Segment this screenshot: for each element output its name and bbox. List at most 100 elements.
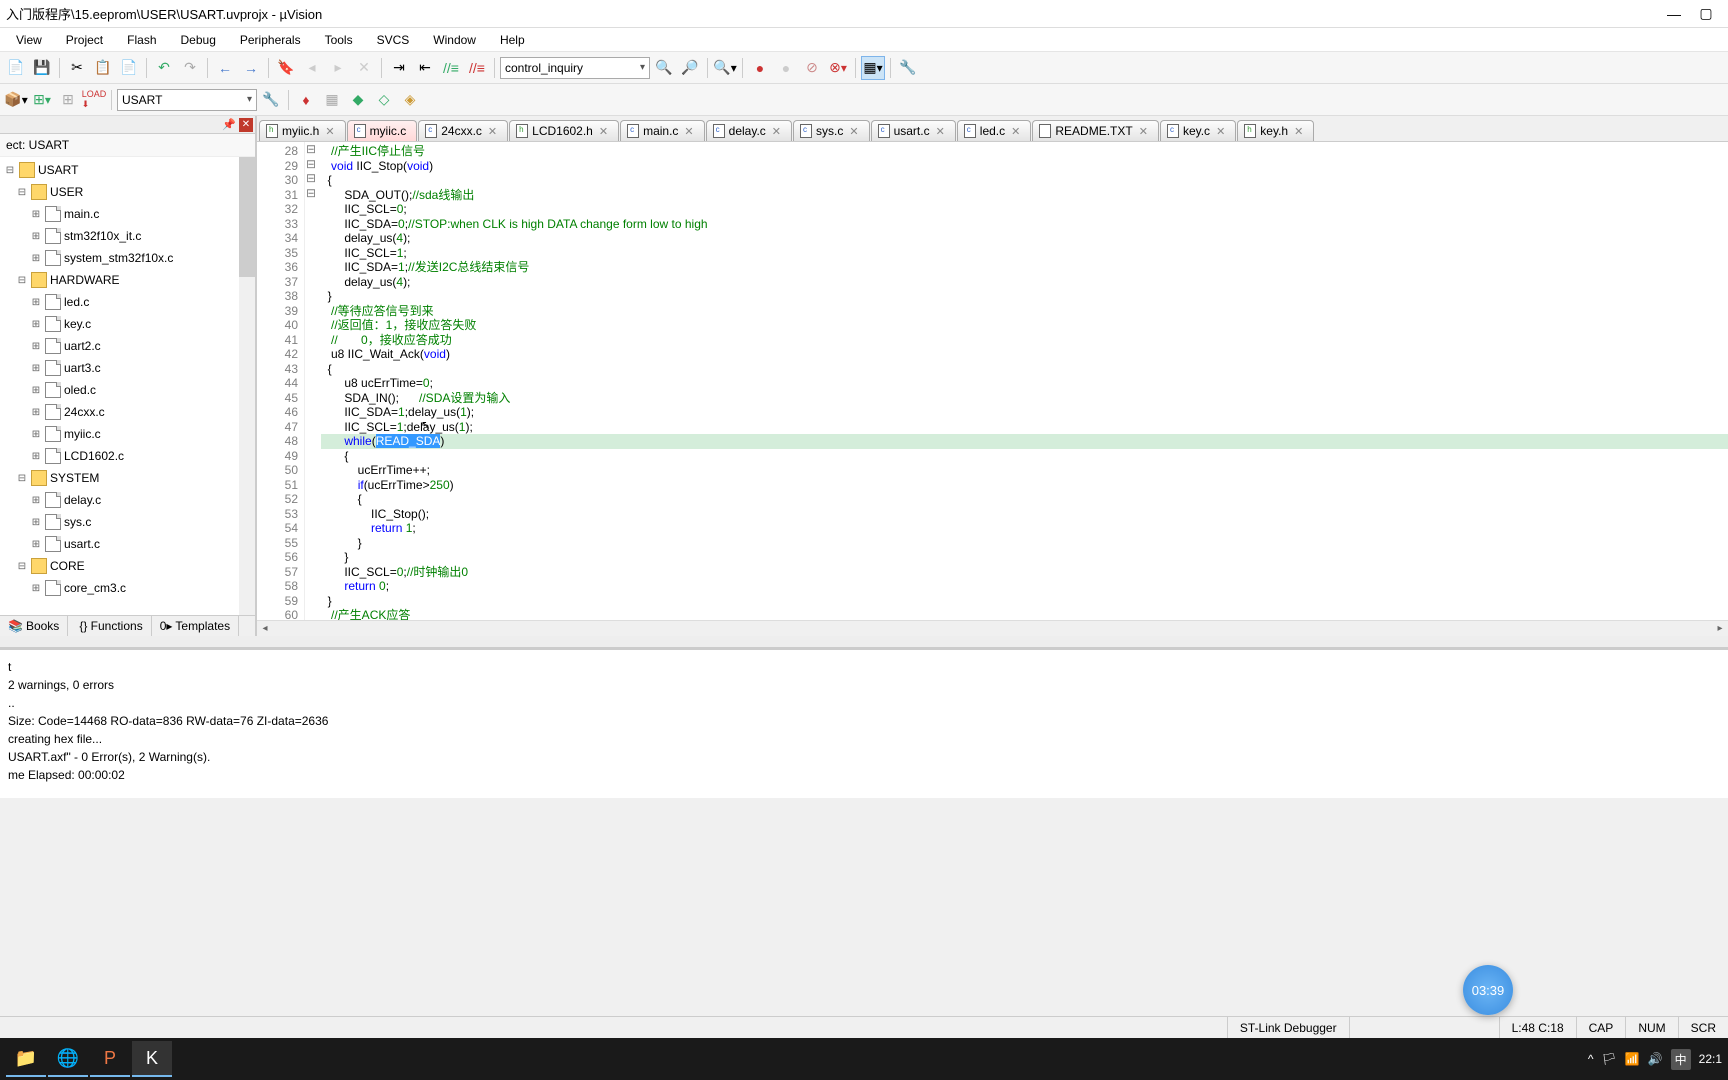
tree-item[interactable]: ⊞main.c	[0, 203, 255, 225]
close-tab-icon[interactable]: ✕	[325, 125, 334, 138]
file-tab[interactable]: usart.c✕	[871, 120, 956, 141]
bookmark-icon[interactable]: 🔖	[274, 56, 298, 80]
comment-icon[interactable]: //≡	[439, 56, 463, 80]
menu-peripherals[interactable]: Peripherals	[230, 31, 311, 49]
new-icon[interactable]: 📄	[4, 56, 28, 80]
window-layout-icon[interactable]: ▦▾	[861, 56, 885, 80]
code-content[interactable]: //产生IIC停止信号 void IIC_Stop(void) { SDA_OU…	[317, 142, 1728, 620]
debug-disable-icon[interactable]: ⊘	[800, 56, 824, 80]
pin-icon[interactable]: 📌	[219, 118, 239, 131]
rebuild-icon[interactable]: ⊞	[56, 88, 80, 112]
bookmark-next-icon[interactable]: ▸	[326, 56, 350, 80]
tree-item[interactable]: ⊟USER	[0, 181, 255, 203]
undo-icon[interactable]: ↶	[152, 56, 176, 80]
debug-red-icon[interactable]: ●	[748, 56, 772, 80]
download-icon[interactable]: ◆	[346, 88, 370, 112]
file-tab[interactable]: 24cxx.c✕	[418, 120, 508, 141]
tree-scroll-thumb[interactable]	[239, 157, 255, 277]
save-icon[interactable]: 💾	[30, 56, 54, 80]
file-tab[interactable]: main.c✕	[620, 120, 705, 141]
tree-item[interactable]: ⊞uart2.c	[0, 335, 255, 357]
tree-item[interactable]: ⊞stm32f10x_it.c	[0, 225, 255, 247]
close-tab-icon[interactable]: ✕	[1294, 125, 1303, 138]
close-tab-icon[interactable]: ✕	[772, 125, 781, 138]
menu-debug[interactable]: Debug	[171, 31, 226, 49]
find-icon[interactable]: 🔍	[652, 56, 676, 80]
indent-icon[interactable]: ⇥	[387, 56, 411, 80]
bookmark-prev-icon[interactable]: ◂	[300, 56, 324, 80]
close-icon[interactable]: ✕	[239, 118, 253, 132]
manage-icon[interactable]: ♦	[294, 88, 318, 112]
download2-icon[interactable]: ◇	[372, 88, 396, 112]
file-tab[interactable]: README.TXT✕	[1032, 120, 1159, 141]
taskbar-chrome-icon[interactable]: 🌐	[48, 1041, 88, 1077]
file-tab[interactable]: LCD1602.h✕	[509, 120, 619, 141]
maximize-button[interactable]: ▢	[1690, 5, 1722, 22]
build-output[interactable]: t 2 warnings, 0 errors.. Size: Code=1446…	[0, 648, 1728, 798]
side-tab[interactable]: {} Functions	[68, 616, 151, 636]
tray-time[interactable]: 22:1	[1699, 1052, 1722, 1066]
tree-item[interactable]: ⊞led.c	[0, 291, 255, 313]
code-editor[interactable]: 2829303132333435363738394041424344454647…	[257, 142, 1728, 620]
copy-icon[interactable]: 📋	[91, 56, 115, 80]
tree-item[interactable]: ⊞sys.c	[0, 511, 255, 533]
fold-column[interactable]: ⊟⊟⊟⊟	[305, 142, 317, 620]
system-tray[interactable]: ^ 🏳 📶 🔊 中 22:1	[1588, 1049, 1722, 1070]
file-tab[interactable]: myiic.h✕	[259, 120, 346, 141]
side-tab[interactable]: 📚Books	[0, 616, 68, 636]
options-icon[interactable]: 🔧	[259, 88, 283, 112]
tree-item[interactable]: ⊞delay.c	[0, 489, 255, 511]
tree-item[interactable]: ⊞LCD1602.c	[0, 445, 255, 467]
tree-item[interactable]: ⊞myiic.c	[0, 423, 255, 445]
file-tab[interactable]: delay.c✕	[706, 120, 792, 141]
batch-icon[interactable]: ▦	[320, 88, 344, 112]
taskbar-uvision-icon[interactable]: K	[132, 1041, 172, 1077]
taskbar-powerpoint-icon[interactable]: P	[90, 1041, 130, 1077]
redo-icon[interactable]: ↷	[178, 56, 202, 80]
tree-item[interactable]: ⊞24cxx.c	[0, 401, 255, 423]
tray-network-icon[interactable]: 📶	[1625, 1052, 1640, 1066]
taskbar-explorer-icon[interactable]: 📁	[6, 1041, 46, 1077]
load-icon[interactable]: LOAD⬇	[82, 88, 106, 112]
tree-item[interactable]: ⊞oled.c	[0, 379, 255, 401]
project-tree[interactable]: ⊟ USART ⊟USER⊞main.c⊞stm32f10x_it.c⊞syst…	[0, 157, 255, 615]
menu-project[interactable]: Project	[56, 31, 113, 49]
close-tab-icon[interactable]: ✕	[1216, 125, 1225, 138]
tree-item[interactable]: ⊟SYSTEM	[0, 467, 255, 489]
editor-hscroll[interactable]: ◂ ▸	[257, 620, 1728, 636]
menu-view[interactable]: View	[6, 31, 52, 49]
output-header[interactable]	[0, 636, 1728, 648]
multi-build-icon[interactable]: ⊞▾	[30, 88, 54, 112]
debug-kill-icon[interactable]: ⊗▾	[826, 56, 850, 80]
paste-icon[interactable]: 📄	[117, 56, 141, 80]
close-tab-icon[interactable]: ✕	[488, 125, 497, 138]
tree-item[interactable]: ⊟CORE	[0, 555, 255, 577]
tree-item[interactable]: ⊟HARDWARE	[0, 269, 255, 291]
menu-svcs[interactable]: SVCS	[367, 31, 420, 49]
file-tab[interactable]: sys.c✕	[793, 120, 870, 141]
close-tab-icon[interactable]: ✕	[684, 125, 693, 138]
nav-back-icon[interactable]: ←	[213, 56, 237, 80]
tree-item[interactable]: ⊞system_stm32f10x.c	[0, 247, 255, 269]
menu-window[interactable]: Window	[423, 31, 486, 49]
scroll-right-icon[interactable]: ▸	[1712, 623, 1728, 634]
close-tab-icon[interactable]: ✕	[1011, 125, 1020, 138]
debug-gray-icon[interactable]: ●	[774, 56, 798, 80]
side-tab[interactable]: 0▸Templates	[152, 616, 239, 636]
menu-flash[interactable]: Flash	[117, 31, 166, 49]
config-icon[interactable]: 🔧	[896, 56, 920, 80]
tree-item[interactable]: ⊞core_cm3.c	[0, 577, 255, 599]
tree-item[interactable]: ⊞uart3.c	[0, 357, 255, 379]
tray-up-icon[interactable]: ^	[1588, 1052, 1594, 1066]
find-combo[interactable]: control_inquiry▾	[500, 57, 650, 79]
zoom-icon[interactable]: 🔍▾	[713, 56, 737, 80]
tree-root[interactable]: ⊟ USART	[0, 159, 255, 181]
pack-icon[interactable]: ◈	[398, 88, 422, 112]
tray-ime[interactable]: 中	[1671, 1049, 1691, 1070]
close-tab-icon[interactable]: ✕	[936, 125, 945, 138]
build-icon[interactable]: 📦▾	[4, 88, 28, 112]
tray-flag-icon[interactable]: 🏳	[1601, 1052, 1616, 1066]
nav-fwd-icon[interactable]: →	[239, 56, 263, 80]
cut-icon[interactable]: ✂	[65, 56, 89, 80]
outdent-icon[interactable]: ⇤	[413, 56, 437, 80]
